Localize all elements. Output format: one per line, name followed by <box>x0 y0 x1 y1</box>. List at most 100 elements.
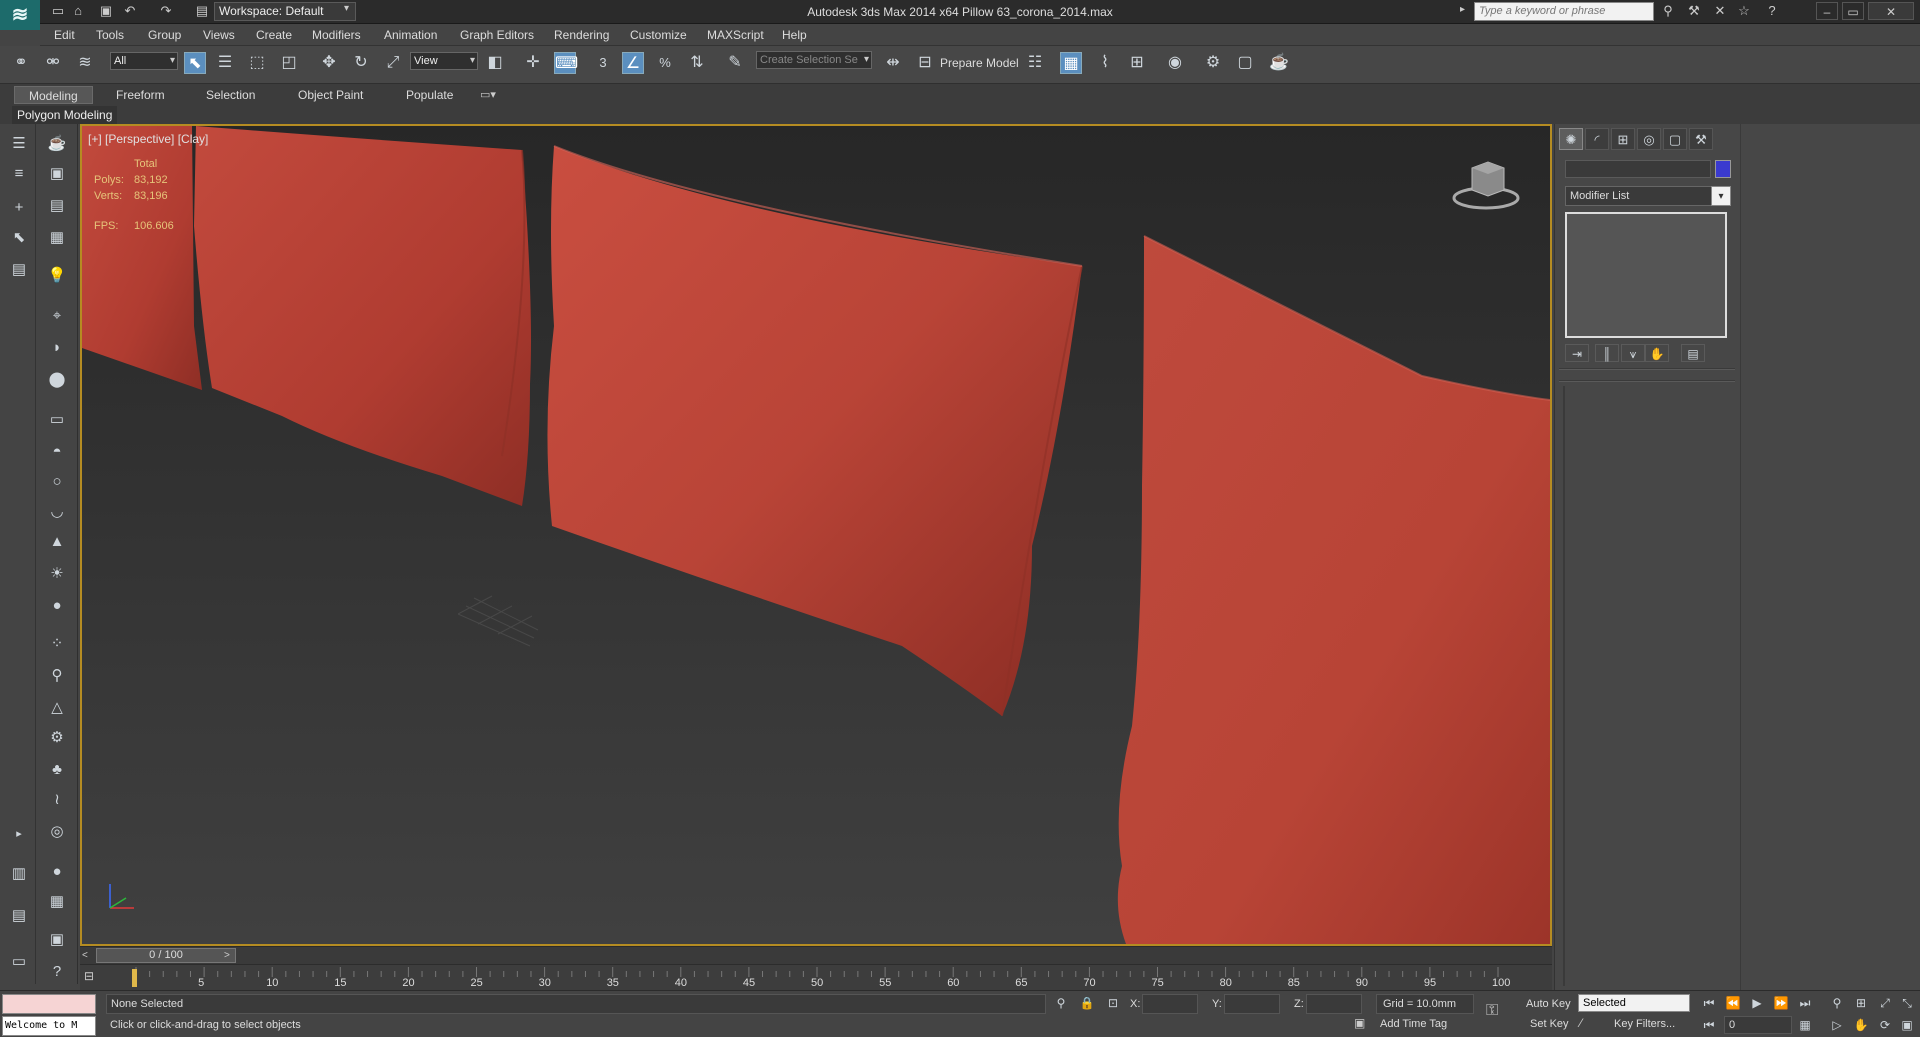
plane-icon[interactable]: ▭ <box>44 408 70 432</box>
x-coord-field[interactable] <box>1142 994 1198 1014</box>
y-coord-field[interactable] <box>1224 994 1280 1014</box>
zoom-extents-icon[interactable]: ⤢ <box>1876 994 1894 1012</box>
rendered-frame-icon[interactable]: ▢ <box>1234 52 1256 74</box>
rect-selection-icon[interactable]: ⬚ <box>246 52 268 74</box>
auto-key-button[interactable]: Auto Key <box>1526 998 1571 1010</box>
key-filters-button[interactable]: Key Filters... <box>1614 1018 1675 1030</box>
time-config-icon[interactable]: ▦ <box>1796 1016 1814 1034</box>
next-key-icon[interactable]: ⏩ <box>1772 994 1790 1012</box>
time-slider[interactable]: < 0 / 100 > <box>80 946 1552 964</box>
menu-tools[interactable]: Tools <box>96 24 124 46</box>
layers-icon[interactable]: ≡ <box>6 162 32 186</box>
pin-stack-icon[interactable]: ⇥ <box>1565 344 1589 362</box>
time-slider-thumb[interactable]: 0 / 100 <box>96 948 236 963</box>
percent-snap-icon[interactable]: % <box>654 52 676 74</box>
menu-edit[interactable]: Edit <box>54 24 75 46</box>
maxscript-mini-listener[interactable]: Welcome to M <box>2 1016 96 1036</box>
tangent-icon[interactable]: ⁄ <box>1580 1016 1598 1034</box>
prev-frame-arrow-icon[interactable]: < <box>82 948 94 963</box>
list-tool-icon[interactable]: ▤ <box>6 258 32 282</box>
object-name-field[interactable] <box>1565 160 1711 178</box>
select-manipulate-icon[interactable]: ✛ <box>522 52 544 74</box>
pan-icon[interactable]: ✋ <box>1852 1016 1870 1034</box>
subscription-icon[interactable]: ⚒ <box>1686 3 1702 19</box>
menu-group[interactable]: Group <box>148 24 181 46</box>
binoculars-icon[interactable]: ⚲ <box>1660 3 1676 19</box>
zoom-extents-all-icon[interactable]: ⤡ <box>1898 994 1916 1012</box>
isolate-icon[interactable]: ⚲ <box>1052 994 1070 1012</box>
named-selection-dropdown[interactable]: Create Selection Se <box>756 51 872 69</box>
ear-icon[interactable]: ◗ <box>44 336 70 360</box>
add-time-tag[interactable]: Add Time Tag <box>1380 1018 1447 1030</box>
layer-manager-icon[interactable]: ☷ <box>1024 52 1046 74</box>
menu-help[interactable]: Help <box>782 24 807 46</box>
help-circle-icon[interactable]: ? <box>44 960 70 984</box>
menu-customize[interactable]: Customize <box>630 24 687 46</box>
set-key-button[interactable]: Set Key <box>1530 1018 1569 1030</box>
image-icon[interactable]: ▣ <box>44 162 70 186</box>
menu-maxscript[interactable]: MAXScript <box>707 24 764 46</box>
search-expand-icon[interactable]: ▸ <box>1460 4 1472 20</box>
close-button[interactable]: ✕ <box>1868 2 1914 20</box>
snaps-toggle-icon[interactable]: 3 <box>592 52 614 74</box>
viewport-layout-icon[interactable]: ▥ <box>6 862 32 886</box>
help-icon[interactable]: ? <box>1764 3 1780 19</box>
ref-coord-dropdown[interactable]: View <box>410 52 478 70</box>
edit-named-selection-icon[interactable]: ✎ <box>724 52 746 74</box>
select-tool-icon[interactable]: ⬉ <box>6 226 32 250</box>
layer-explorer-icon[interactable]: ☰ <box>6 132 32 156</box>
ribbon-options-icon[interactable]: ▭▾ <box>480 88 502 102</box>
pyramid-icon[interactable]: △ <box>44 696 70 720</box>
sphere-icon[interactable]: ○ <box>44 470 70 494</box>
zoom-icon[interactable]: ⚲ <box>1828 994 1846 1012</box>
modifier-stack[interactable] <box>1565 212 1727 338</box>
pivot-center-icon[interactable]: ◧ <box>484 52 506 74</box>
tab-populate[interactable]: Populate <box>392 86 467 104</box>
zoom-all-icon[interactable]: ⊞ <box>1852 994 1870 1012</box>
configure-modifier-sets-icon[interactable]: ▤ <box>1681 344 1705 362</box>
light-icon[interactable]: 💡 <box>44 264 70 288</box>
search-input[interactable]: Type a keyword or phrase <box>1474 2 1654 21</box>
particles-icon[interactable]: ⁘ <box>44 632 70 656</box>
checker-icon[interactable]: ▦ <box>44 890 70 914</box>
menu-animation[interactable]: Animation <box>384 24 437 46</box>
angle-snap-icon[interactable]: ∠ <box>622 52 644 74</box>
expand-arrow-icon[interactable]: ▸ <box>6 822 32 846</box>
lock-icon[interactable]: 🔒 <box>1078 994 1096 1012</box>
prepare-model-label[interactable]: Prepare Model <box>940 56 1019 70</box>
keyboard-shortcut-icon[interactable]: ⌨ <box>554 52 578 74</box>
layout-2-icon[interactable]: ▤ <box>6 904 32 928</box>
menu-views[interactable]: Views <box>203 24 235 46</box>
unlink-icon[interactable]: ⚮ <box>42 52 64 74</box>
play-icon[interactable]: ▶ <box>1748 994 1766 1012</box>
spinner-snap-icon[interactable]: ⇅ <box>686 52 708 74</box>
menu-create[interactable]: Create <box>256 24 292 46</box>
motion-icon[interactable]: ◎ <box>1637 128 1661 150</box>
tab-selection[interactable]: Selection <box>192 86 269 104</box>
make-unique-icon[interactable]: ⩛ <box>1621 344 1645 362</box>
object-color-swatch[interactable] <box>1715 160 1731 178</box>
viewcube-icon[interactable] <box>1452 156 1520 212</box>
tab-modeling[interactable]: Modeling <box>14 86 93 104</box>
align-icon[interactable]: ⊟ <box>914 52 936 74</box>
next-frame-arrow-icon[interactable]: > <box>224 948 236 963</box>
chevron-down-icon[interactable]: ▾ <box>1711 186 1731 206</box>
modifier-list-dropdown[interactable]: Modifier List <box>1565 186 1731 206</box>
time-tag-icon[interactable]: ▣ <box>1354 1016 1372 1034</box>
select-object-icon[interactable]: ⬉ <box>184 52 206 74</box>
track-bar[interactable]: ⊟ 5 10 15 20 25 30 35 40 45 50 55 60 65 70 75 80 85 90 95 1… <box>80 964 1552 990</box>
current-frame-field[interactable]: 0 <box>1724 1016 1792 1034</box>
curve-editor-icon[interactable]: ⌇ <box>1094 52 1116 74</box>
tab-object-paint[interactable]: Object Paint <box>284 86 377 104</box>
z-coord-field[interactable] <box>1306 994 1362 1014</box>
select-by-name-icon[interactable]: ☰ <box>214 52 236 74</box>
camera-icon[interactable]: ⌖ <box>44 304 70 328</box>
graphite-toggle-icon[interactable]: ▦ <box>1060 52 1082 74</box>
material-editor-icon[interactable]: ◉ <box>1164 52 1186 74</box>
remove-modifier-icon[interactable]: ✋ <box>1645 344 1669 362</box>
hair-icon[interactable]: ≀ <box>44 788 70 812</box>
viewport-label[interactable]: [+] [Perspective] [Clay] <box>88 132 208 146</box>
create-plus-icon[interactable]: + <box>6 196 32 220</box>
field-of-view-icon[interactable]: ▷ <box>1828 1016 1846 1034</box>
render-setup-icon[interactable]: ⚙ <box>1202 52 1224 74</box>
